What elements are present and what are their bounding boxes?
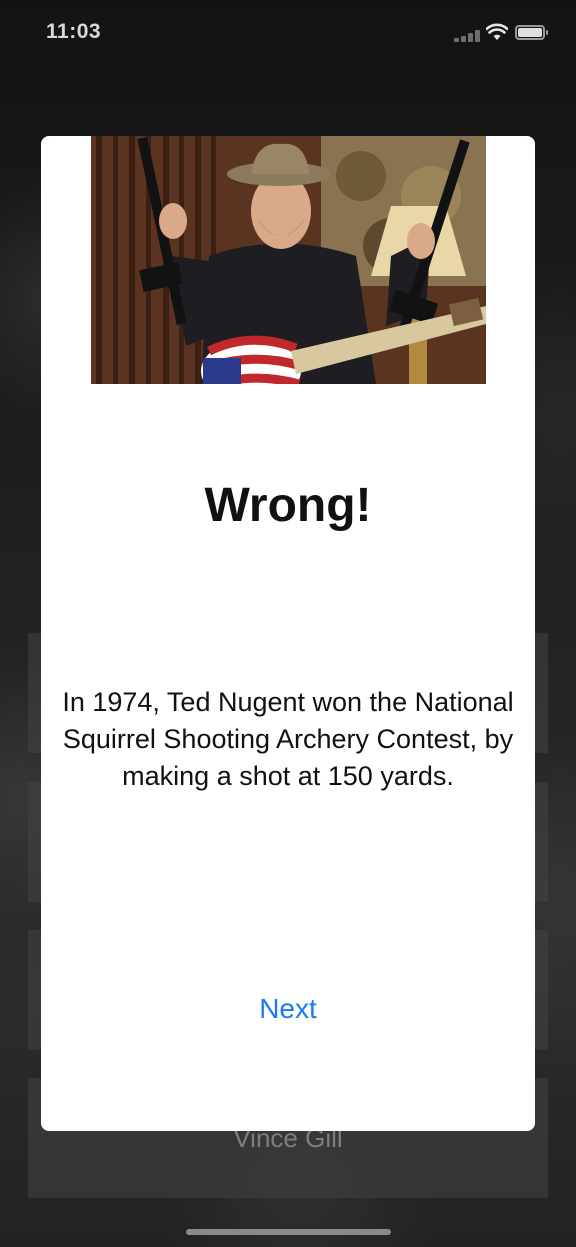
result-modal: Wrong! In 1974, Ted Nugent won the Natio…: [41, 136, 535, 1131]
result-title: Wrong!: [204, 479, 372, 532]
fact-text: In 1974, Ted Nugent won the National Squ…: [62, 687, 514, 791]
home-indicator[interactable]: [186, 1229, 391, 1235]
wifi-icon: [486, 23, 508, 40]
status-bar: 11:03: [0, 0, 576, 70]
next-button[interactable]: Next: [218, 984, 358, 1032]
battery-icon: [515, 25, 548, 40]
status-time: 11:03: [46, 20, 102, 43]
cellular-signal-icon: [454, 28, 486, 42]
trivia-photo: [91, 136, 486, 384]
